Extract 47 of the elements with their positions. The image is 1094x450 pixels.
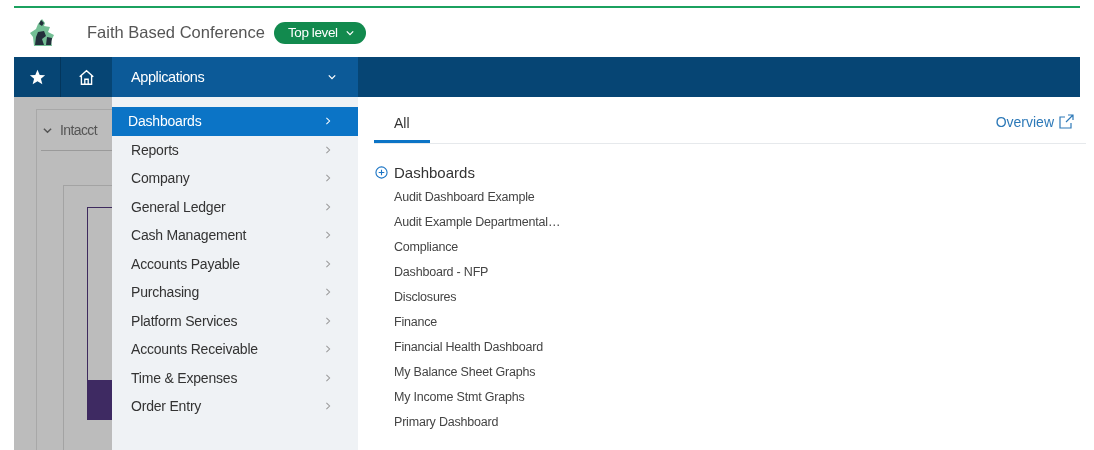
card-tab-title: Intacct	[60, 122, 98, 138]
dashboard-link[interactable]: Audit Example Departmental…	[394, 212, 561, 232]
dashboard-link[interactable]: Audit Dashboard Example	[394, 187, 535, 207]
chevron-down-icon	[43, 125, 52, 135]
section-title: Dashboards	[394, 163, 475, 181]
dashboard-link[interactable]: Financial Health Dashboard	[394, 337, 544, 357]
chevron-right-icon	[324, 145, 332, 154]
menu-item[interactable]: Order Entry	[112, 392, 358, 421]
dashboard-link[interactable]: Disclosures	[394, 287, 457, 307]
menu-item[interactable]: General Ledger	[112, 192, 358, 221]
chevron-right-icon	[324, 117, 332, 126]
add-icon[interactable]	[375, 165, 388, 179]
menu-item[interactable]: Dashboards	[112, 107, 358, 136]
chevron-right-icon	[324, 345, 332, 354]
dashboard-link[interactable]: Dashboard - NFP	[394, 262, 489, 282]
chevron-right-icon	[324, 259, 332, 268]
menu-item[interactable]: Accounts Receivable	[112, 335, 358, 364]
menu-item[interactable]: Cash Management	[112, 221, 358, 250]
chevron-right-icon	[324, 402, 332, 411]
overview-link[interactable]: Overview	[995, 107, 1074, 130]
chevron-right-icon	[324, 316, 332, 325]
menu-item[interactable]: Accounts Payable	[112, 249, 358, 278]
menu-item[interactable]: Company	[112, 164, 358, 193]
dashboard-link[interactable]: Finance	[394, 312, 438, 332]
chevron-right-icon	[324, 174, 332, 183]
menu-item[interactable]: Purchasing	[112, 278, 358, 307]
chevron-right-icon	[324, 288, 332, 297]
external-link-icon	[1058, 114, 1074, 130]
chevron-right-icon	[324, 202, 332, 211]
home-icon	[78, 68, 95, 86]
dashboard-link[interactable]: My Balance Sheet Graphs	[394, 362, 536, 382]
chevron-down-icon	[328, 73, 336, 81]
chevron-right-icon	[324, 231, 332, 240]
logo-icon	[30, 18, 56, 47]
chevron-right-icon	[324, 373, 332, 382]
menu-item[interactable]: Time & Expenses	[112, 363, 358, 392]
level-dropdown[interactable]: Top level	[273, 21, 366, 44]
chevron-down-icon	[345, 28, 354, 37]
menu-item[interactable]: Platform Services	[112, 306, 358, 335]
dashboard-link[interactable]: Compliance	[394, 237, 458, 257]
tab[interactable]: All	[374, 107, 430, 143]
company-title: Faith Based Conference	[87, 23, 265, 42]
applications-menu-button[interactable]: Applications	[112, 57, 358, 97]
dashboard-link[interactable]: Primary Dashboard	[394, 412, 499, 432]
star-icon	[28, 68, 46, 86]
menu-item[interactable]: Reports	[112, 135, 358, 164]
dashboard-link[interactable]: My Income Stmt Graphs	[394, 387, 525, 407]
